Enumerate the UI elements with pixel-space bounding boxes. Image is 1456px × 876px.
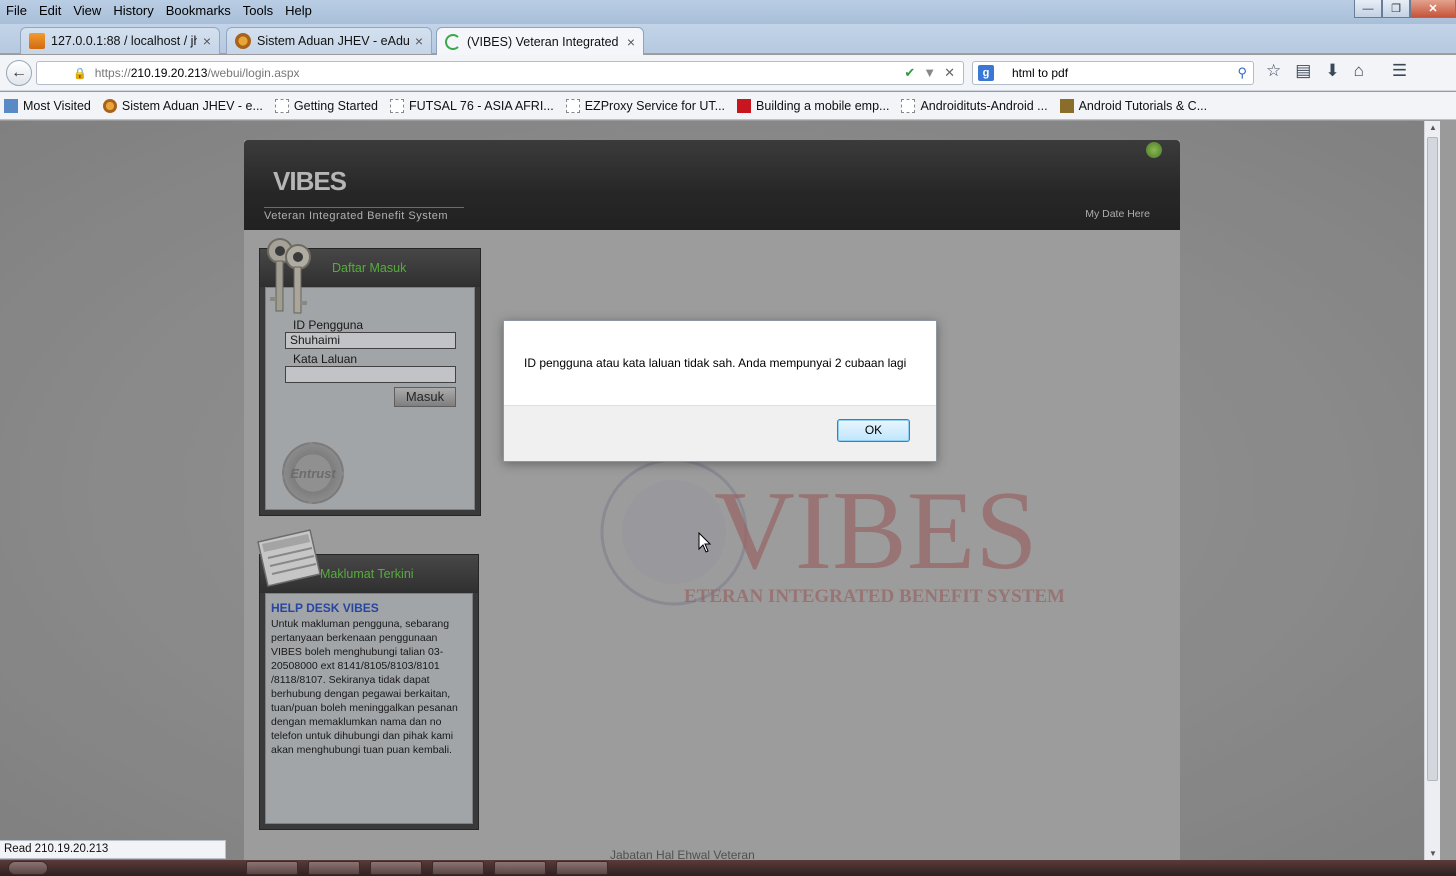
scroll-down-icon[interactable]: ▼ [1429,849,1437,858]
blank-page-icon [389,98,404,113]
check-icon: ✔ [904,65,916,80]
tab-phpmyadmin[interactable]: 127.0.0.1:88 / localhost / jh... × [20,27,220,54]
window-titlebar: File Edit View History Bookmarks Tools H… [0,0,1456,24]
lock-icon: 🔒 [73,67,87,80]
mouse-cursor-icon [698,532,712,553]
phpmyadmin-icon [29,33,45,49]
toolbar-icons: ☆ ▤ ⬇ ⌂ ☰ [1266,61,1407,81]
dialog-message: ID pengguna atau kata laluan tidak sah. … [524,356,907,370]
search-input[interactable]: html to pdf [1012,66,1068,80]
bookmark-futsal[interactable]: FUTSAL 76 - ASIA AFRI... [386,98,558,113]
jhev-icon [102,98,117,113]
status-bar: Read 210.19.20.213 [0,840,226,859]
download-icon[interactable]: ⬇ [1325,61,1339,81]
blank-page-icon [901,98,916,113]
menu-file[interactable]: File [0,0,33,22]
menu-bookmarks[interactable]: Bookmarks [160,0,237,22]
tab-label: (VIBES) Veteran Integrated ... [467,34,621,49]
close-tab-icon[interactable]: × [627,34,635,50]
stop-icon[interactable]: ✕ [944,65,955,81]
dialog-footer: OK [504,405,936,461]
alert-dialog: ID pengguna atau kata laluan tidak sah. … [503,320,937,462]
blank-page-icon [565,98,580,113]
bookmark-getting-started[interactable]: Getting Started [271,98,382,113]
blank-page-icon [274,98,289,113]
taskbar-item[interactable] [308,861,360,875]
start-button[interactable] [8,861,48,875]
scroll-up-icon[interactable]: ▲ [1429,123,1437,132]
android-tutorials-icon [1059,98,1074,113]
bookmark-sistem-aduan[interactable]: Sistem Aduan JHEV - e... [99,98,267,113]
close-tab-icon[interactable]: × [203,33,211,49]
address-url: https://210.19.20.213/webui/login.aspx [94,66,300,80]
menu-history[interactable]: History [107,0,159,22]
ok-button[interactable]: OK [837,419,910,442]
home-icon[interactable]: ⌂ [1354,61,1364,81]
tab-strip: 127.0.0.1:88 / localhost / jh... × Siste… [0,24,1456,72]
page-viewport: VIBES Veteran Integrated Benefit System … [0,121,1440,860]
navigation-bar: ← 🔑 🔒 https://210.19.20.213/webui/login.… [0,55,1456,91]
modal-overlay [0,121,1440,860]
bookmark-most-visited[interactable]: Most Visited [0,98,95,113]
taskbar-item[interactable] [494,861,546,875]
bookmark-building-mobile[interactable]: Building a mobile emp... [733,98,893,113]
tab-label: Sistem Aduan JHEV - eAdu... [257,34,409,48]
taskbar-item[interactable] [370,861,422,875]
google-icon[interactable]: g [978,65,994,81]
tab-sistem-aduan[interactable]: Sistem Aduan JHEV - eAdu... × [226,27,432,54]
menu-help[interactable]: Help [279,0,318,22]
taskbar-item[interactable] [246,861,298,875]
star-icon[interactable]: ☆ [1266,61,1281,81]
search-icon[interactable]: ⚲ [1237,65,1247,81]
close-tab-icon[interactable]: × [415,33,423,49]
address-bar[interactable]: 🔒 https://210.19.20.213/webui/login.aspx… [36,61,964,85]
back-arrow-icon: ← [11,64,27,81]
bookmark-androidituts[interactable]: Androidituts-Android ... [897,98,1051,113]
scroll-thumb[interactable] [1427,137,1438,781]
back-button[interactable]: ← [6,60,32,86]
bookmarks-list-icon[interactable]: ▤ [1295,61,1311,81]
bookmarks-toolbar: Most Visited Sistem Aduan JHEV - e... Ge… [0,92,1456,120]
adobe-icon [737,98,752,113]
bookmark-android-tutorials[interactable]: Android Tutorials & C... [1056,98,1212,113]
menu-edit[interactable]: Edit [33,0,67,22]
loading-icon [445,33,461,50]
menu-view[interactable]: View [67,0,107,22]
menu-icon[interactable]: ☰ [1392,61,1407,81]
page-scrollbar[interactable]: ▲ ▼ [1424,121,1440,860]
os-taskbar [0,860,1456,876]
menu-bar: File Edit View History Bookmarks Tools H… [0,0,318,22]
search-bar[interactable]: g html to pdf ⚲ [972,61,1254,85]
tab-label: 127.0.0.1:88 / localhost / jh... [51,34,197,48]
taskbar-item[interactable] [432,861,484,875]
dropdown-icon[interactable]: ▼ [923,65,936,81]
window-controls: — ❐ ✕ [1354,0,1456,18]
maximize-icon[interactable]: ❐ [1382,0,1410,18]
bookmark-ezproxy[interactable]: EZProxy Service for UT... [562,98,729,113]
taskbar-item[interactable] [556,861,608,875]
jhev-icon [235,33,251,49]
tab-vibes[interactable]: (VIBES) Veteran Integrated ... × [436,27,644,55]
menu-tools[interactable]: Tools [237,0,279,22]
minimize-icon[interactable]: — [1354,0,1382,18]
close-window-icon[interactable]: ✕ [1410,0,1456,18]
most-visited-icon [4,98,18,113]
